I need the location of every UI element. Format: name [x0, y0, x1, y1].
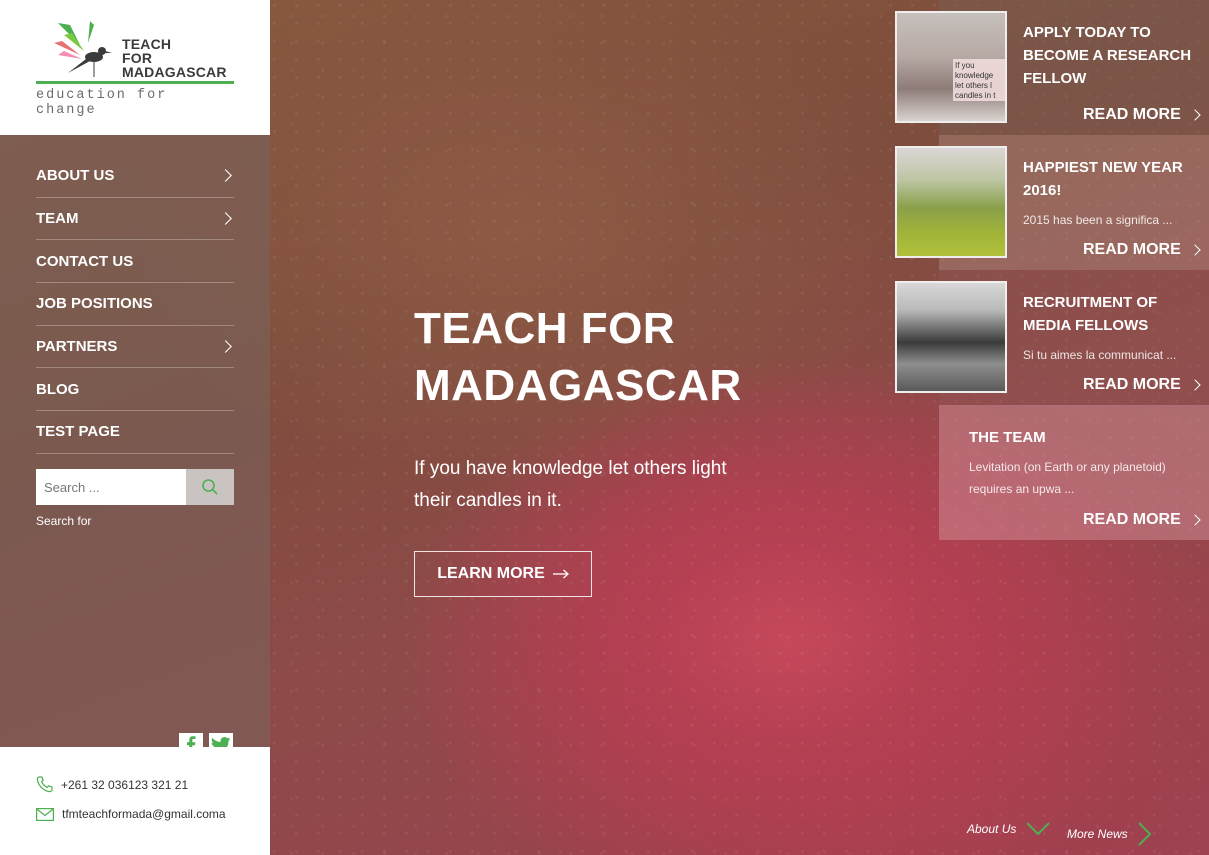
chevron-down-icon — [1026, 822, 1051, 836]
nav-item-team[interactable]: TEAM — [36, 198, 234, 241]
hero-title-line-2: MADAGASCAR — [414, 361, 742, 410]
thumbnail-sign-text: If you knowledge let others l candles in… — [953, 59, 1005, 101]
nav-item-contact-us[interactable]: CONTACT US — [36, 240, 234, 284]
about-us-scroll-link[interactable]: About Us — [967, 822, 1051, 836]
more-news-link[interactable]: More News — [1067, 822, 1152, 846]
envelope-icon — [36, 807, 54, 821]
read-more-link[interactable]: READ MORE — [1083, 511, 1201, 529]
news-title[interactable]: APPLY TODAY TO BECOME A RESEARCH FELLOW — [1023, 21, 1198, 90]
search-label: Search for — [36, 514, 92, 528]
search-input[interactable] — [36, 469, 186, 505]
phone-number: +261 32 036123 321 21 — [61, 777, 189, 792]
read-more-label: READ MORE — [1083, 511, 1181, 528]
nav-item-about-us[interactable]: ABOUT US — [36, 155, 234, 198]
logo-line-2: FOR — [122, 50, 153, 66]
logo-line-3: MADAGASCAR — [122, 64, 227, 80]
logo-line-1: TEACH — [122, 36, 172, 52]
nav-item-partners[interactable]: PARTNERS — [36, 326, 234, 369]
logo[interactable]: TEACH FOR MADAGASCAR education for chang… — [0, 0, 270, 135]
news-title[interactable]: RECRUITMENT OF MEDIA FELLOWS — [1023, 291, 1198, 337]
read-more-link[interactable]: READ MORE — [1083, 241, 1201, 259]
logo-tagline: education for change — [36, 88, 168, 118]
search-button[interactable] — [186, 469, 234, 505]
phone-icon — [36, 776, 53, 793]
news-thumbnail-image[interactable] — [895, 281, 1007, 393]
nav-item-label: ABOUT US — [36, 167, 115, 185]
search-icon — [202, 479, 218, 495]
chevron-right-icon — [1189, 109, 1201, 121]
logo-wordmark: TEACH FOR MADAGASCAR — [122, 37, 242, 79]
chevron-right-icon — [1189, 514, 1201, 526]
contact-box: +261 32 036123 321 21 tfmteachformada@gm… — [0, 747, 270, 855]
sidebar: TEACH FOR MADAGASCAR education for chang… — [0, 0, 270, 855]
nav-item-label: CONTACT US — [36, 252, 134, 270]
about-us-link-label: About Us — [967, 822, 1017, 836]
hero-title-line-1: TEACH FOR — [414, 304, 676, 353]
read-more-label: READ MORE — [1083, 376, 1181, 393]
nav-panel: ABOUT US TEAM CONTACT US JOB POSITIONS P… — [0, 135, 270, 747]
nav-item-label: BLOG — [36, 380, 80, 398]
nav-item-label: JOB POSITIONS — [36, 295, 153, 313]
nav-item-label: PARTNERS — [36, 338, 118, 356]
chevron-right-icon — [219, 212, 232, 225]
chevron-right-icon — [219, 340, 232, 353]
nav-item-label: TEST PAGE — [36, 423, 120, 441]
news-thumbnail-image[interactable]: If you knowledge let others l candles in… — [895, 11, 1007, 123]
read-more-link[interactable]: READ MORE — [1083, 106, 1201, 124]
news-excerpt: Levitation (on Earth or any planetoid) r… — [969, 460, 1166, 496]
bird-logo-icon — [54, 21, 112, 77]
email-address: tfmteachformada@gmail.coma — [62, 807, 226, 821]
chevron-right-icon — [219, 169, 232, 183]
chevron-right-icon — [1137, 822, 1152, 846]
hero-subtitle: If you have knowledge let others light t… — [414, 458, 727, 511]
main-nav: ABOUT US TEAM CONTACT US JOB POSITIONS P… — [36, 155, 234, 454]
read-more-link[interactable]: READ MORE — [1083, 376, 1201, 394]
hero-title: TEACH FOR MADAGASCAR — [414, 300, 834, 414]
learn-more-button[interactable]: LEARN MORE — [414, 551, 592, 597]
search-form — [36, 469, 234, 505]
news-excerpt: Si tu aimes la communicat ... — [1023, 348, 1177, 362]
news-thumbnail-image[interactable] — [895, 146, 1007, 258]
logo-underline — [36, 81, 234, 84]
arrow-right-icon — [552, 569, 569, 579]
nav-item-test-page[interactable]: TEST PAGE — [36, 411, 234, 454]
read-more-label: READ MORE — [1083, 106, 1181, 123]
read-more-label: READ MORE — [1083, 241, 1181, 258]
news-title[interactable]: HAPPIEST NEW YEAR 2016! — [1023, 156, 1198, 202]
chevron-right-icon — [1189, 379, 1201, 391]
nav-item-job-positions[interactable]: JOB POSITIONS — [36, 283, 234, 326]
contact-phone[interactable]: +261 32 036123 321 21 — [36, 776, 188, 793]
news-title[interactable]: THE TEAM — [969, 426, 1189, 449]
nav-item-blog[interactable]: BLOG — [36, 368, 234, 412]
more-news-link-label: More News — [1067, 827, 1128, 841]
chevron-right-icon — [1189, 244, 1201, 256]
contact-email[interactable]: tfmteachformada@gmail.coma — [36, 807, 226, 821]
news-excerpt: 2015 has been a significa ... — [1023, 213, 1173, 227]
nav-item-label: TEAM — [36, 210, 79, 228]
learn-more-label: LEARN MORE — [437, 565, 545, 582]
